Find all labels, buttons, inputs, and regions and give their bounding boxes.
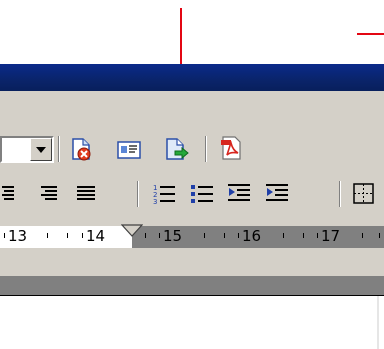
export-page-icon[interactable] xyxy=(163,136,189,162)
toolbar-separator xyxy=(339,181,341,207)
ruler-label-16: 16 xyxy=(242,227,262,245)
right-indent-marker[interactable] xyxy=(121,224,143,238)
ruler-tick xyxy=(362,233,363,238)
dropdown-arrow-button[interactable] xyxy=(30,138,52,161)
ruler-tick xyxy=(82,233,83,238)
ruler-tick xyxy=(159,233,160,238)
delete-page-icon[interactable] xyxy=(68,136,94,162)
borders-icon[interactable] xyxy=(351,181,377,207)
ruler-tick xyxy=(238,233,239,238)
ruler-tick xyxy=(4,233,5,238)
ruler-tick xyxy=(379,233,380,238)
toolbar-separator xyxy=(58,136,60,162)
ruler-label-13: 13 xyxy=(8,227,28,245)
annotation-dash xyxy=(357,33,384,35)
align-center-icon[interactable] xyxy=(0,186,18,202)
ruler-tick xyxy=(303,233,304,238)
numbered-list-icon[interactable]: 1 2 3 xyxy=(151,181,177,207)
window-divider xyxy=(0,276,384,295)
decrease-indent-icon[interactable] xyxy=(226,181,252,207)
ruler-label-14: 14 xyxy=(86,227,106,245)
increase-indent-icon[interactable] xyxy=(264,181,290,207)
style-dropdown[interactable] xyxy=(0,136,54,163)
toolbar-separator xyxy=(137,181,139,207)
pdf-icon[interactable] xyxy=(218,135,244,161)
ruler-tick xyxy=(317,233,318,238)
ruler-label-15: 15 xyxy=(163,227,183,245)
justify-icon[interactable] xyxy=(77,186,95,202)
bulleted-list-icon[interactable] xyxy=(189,181,215,207)
ruler-tick xyxy=(283,233,284,238)
ruler-label-17: 17 xyxy=(321,227,341,245)
ruler-tick xyxy=(67,233,68,238)
toolbar-separator xyxy=(205,136,207,162)
ruler-tick xyxy=(224,233,225,238)
document-area[interactable] xyxy=(0,296,384,349)
ruler-tick xyxy=(145,233,146,238)
align-right-icon[interactable] xyxy=(39,186,57,202)
svg-text:3: 3 xyxy=(153,198,157,206)
page-edge xyxy=(377,296,379,349)
ruler-tick xyxy=(204,233,205,238)
title-bar xyxy=(0,64,384,91)
ruler-tick xyxy=(47,233,48,238)
address-card-icon[interactable] xyxy=(116,137,142,163)
